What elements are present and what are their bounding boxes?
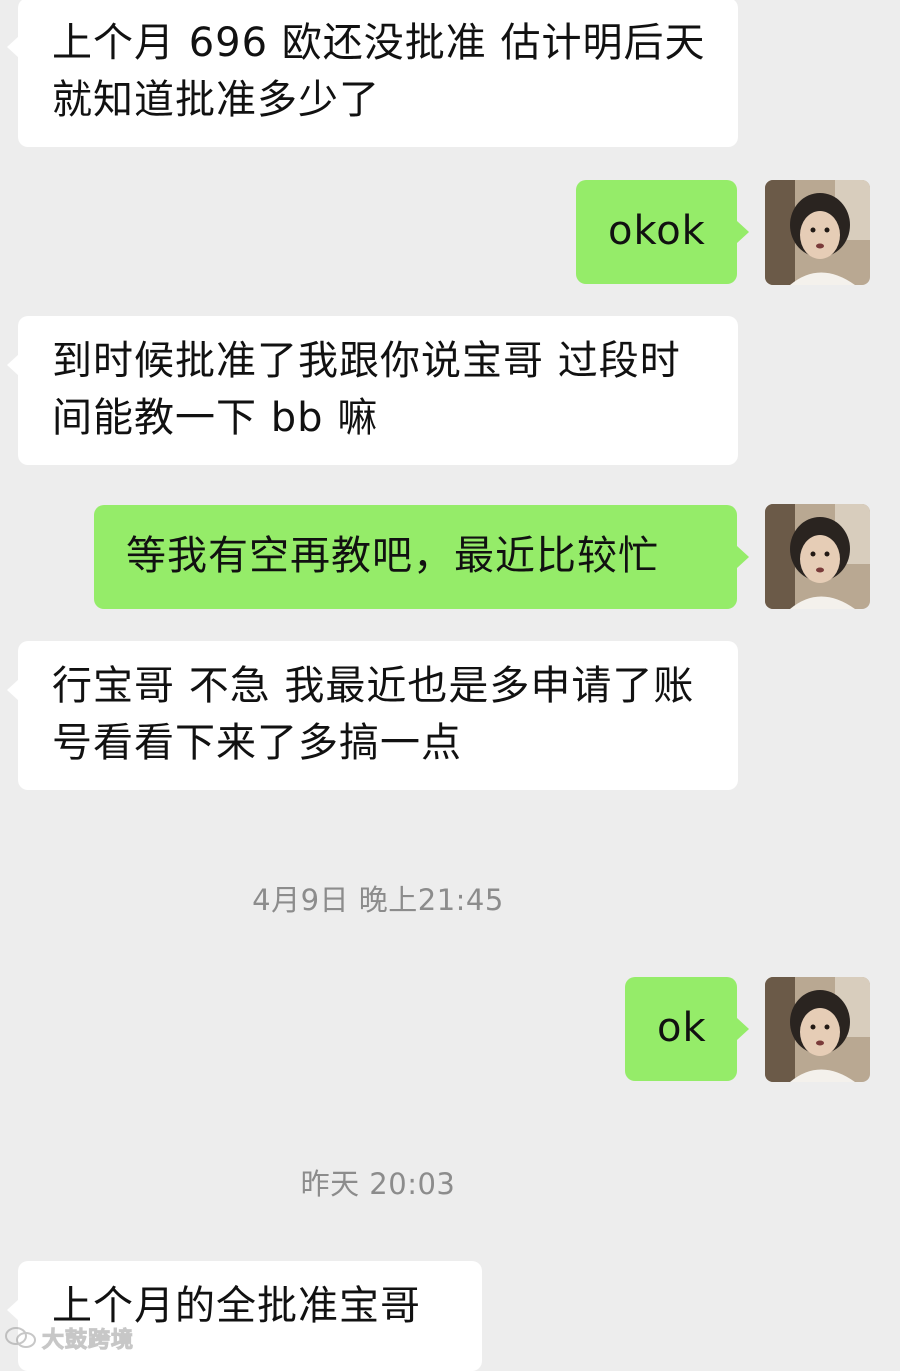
outgoing-message-bubble[interactable]: ok	[625, 977, 749, 1081]
chat-conversation: 上个月 696 欧还没批准 估计明后天就知道批准多少了 okok 到时候批准了我…	[0, 0, 900, 1371]
message-text: 行宝哥 不急 我最近也是多申请了账号看看下来了多搞一点	[52, 663, 695, 766]
message-text: 到时候批准了我跟你说宝哥 过段时间能教一下 bb 嘛	[52, 338, 681, 441]
watermark-text: 大鼓跨境	[41, 1328, 135, 1354]
child-portrait-avatar-icon	[765, 977, 870, 1082]
watermark: 大鼓跨境	[4, 1320, 134, 1356]
user-avatar[interactable]	[765, 180, 870, 285]
incoming-message-bubble[interactable]: 到时候批准了我跟你说宝哥 过段时间能教一下 bb 嘛	[7, 316, 738, 465]
message-text: 上个月 696 欧还没批准 估计明后天就知道批准多少了	[52, 20, 706, 123]
outgoing-message-bubble[interactable]: okok	[576, 180, 749, 284]
wechat-logo-icon	[5, 1327, 36, 1348]
user-avatar[interactable]	[765, 977, 870, 1082]
message-text: okok	[608, 208, 706, 254]
message-text: ok	[657, 1005, 707, 1051]
incoming-message-bubble[interactable]: 上个月 696 欧还没批准 估计明后天就知道批准多少了	[7, 0, 738, 147]
chat-timestamp: 4月9日 晚上21:45	[252, 883, 504, 917]
user-avatar[interactable]	[765, 504, 870, 609]
message-text: 等我有空再教吧，最近比较忙	[126, 533, 659, 579]
outgoing-message-bubble[interactable]: 等我有空再教吧，最近比较忙	[94, 505, 749, 609]
chat-timestamp: 昨天 20:03	[300, 1167, 456, 1201]
child-portrait-avatar-icon	[765, 180, 870, 285]
incoming-message-bubble[interactable]: 行宝哥 不急 我最近也是多申请了账号看看下来了多搞一点	[7, 641, 738, 790]
child-portrait-avatar-icon	[765, 504, 870, 609]
